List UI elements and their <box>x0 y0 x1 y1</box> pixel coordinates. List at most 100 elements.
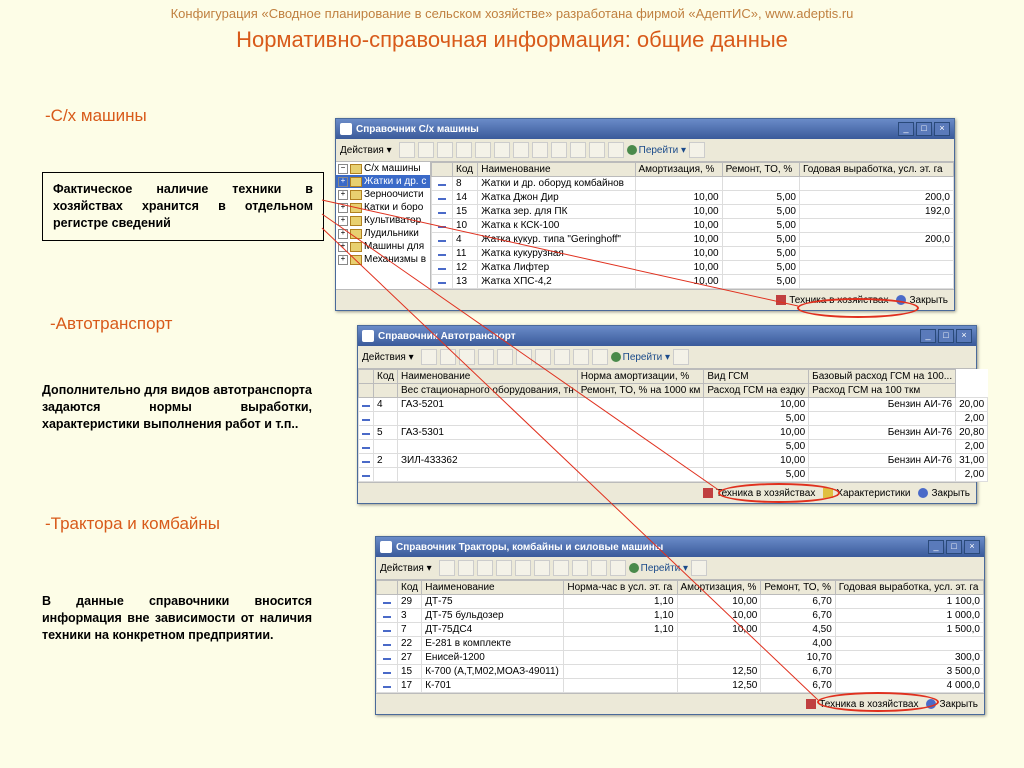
tree-node[interactable]: +Механизмы в <box>336 253 430 266</box>
tool-help[interactable] <box>691 560 707 576</box>
maximize-button[interactable]: □ <box>946 540 962 554</box>
close-link[interactable]: Закрыть <box>918 488 970 499</box>
table-row[interactable]: 7ДТ-75ДС41,1010,004,501 500,0 <box>377 623 984 637</box>
table-row[interactable]: 3ДТ-75 бульдозер1,1010,006,701 000,0 <box>377 609 984 623</box>
minimize-button[interactable]: _ <box>898 122 914 136</box>
col-header[interactable]: Годовая выработка, усл. эт. га <box>835 581 983 595</box>
col-header[interactable]: Ремонт, ТО, % <box>722 163 799 177</box>
close-button[interactable]: × <box>934 122 950 136</box>
col-header[interactable]: Вес стационарного оборудования, тн <box>398 384 578 398</box>
col-header[interactable]: Расход ГСМ на ездку <box>704 384 809 398</box>
tool-btn[interactable] <box>515 560 531 576</box>
col-header[interactable] <box>359 384 374 398</box>
col-header[interactable] <box>359 370 374 384</box>
table-row[interactable]: 22Е-281 в комплекте4,00 <box>377 637 984 651</box>
tool-btn[interactable] <box>532 142 548 158</box>
titlebar[interactable]: Справочник Автотранспорт _ □ × <box>358 326 976 346</box>
table-row[interactable]: 29ДТ-751,1010,006,701 100,0 <box>377 595 984 609</box>
data-grid[interactable]: КодНаименованиеНорма-час в усл. эт. гаАм… <box>376 580 984 693</box>
tool-btn[interactable] <box>554 349 570 365</box>
minimize-button[interactable]: _ <box>920 329 936 343</box>
tool-btn[interactable] <box>589 142 605 158</box>
table-row[interactable]: 5,002,00 <box>359 440 988 454</box>
tool-btn[interactable] <box>477 560 493 576</box>
col-header[interactable]: Вид ГСМ <box>704 370 809 384</box>
actions-menu[interactable]: Действия ▾ <box>380 563 432 574</box>
close-button[interactable]: × <box>964 540 980 554</box>
table-row[interactable]: 4Жатка кукур. типа "Geringhoff"10,005,00… <box>432 233 954 247</box>
table-row[interactable]: 8Жатки и др. оборуд комбайнов <box>432 177 954 191</box>
tree-node[interactable]: +Зерноочисти <box>336 188 430 201</box>
titlebar[interactable]: Справочник Тракторы, комбайны и силовые … <box>376 537 984 557</box>
tool-btn[interactable] <box>570 142 586 158</box>
tree-node[interactable]: −С/х машины <box>336 162 430 175</box>
tool-btn[interactable] <box>478 349 494 365</box>
maximize-button[interactable]: □ <box>938 329 954 343</box>
tool-btn[interactable] <box>513 142 529 158</box>
tool-btn[interactable] <box>573 349 589 365</box>
tool-btn[interactable] <box>458 560 474 576</box>
table-row[interactable]: 17К-70112,506,704 000,0 <box>377 679 984 693</box>
goto-link[interactable]: Перейти ▾ <box>611 352 670 363</box>
col-header[interactable]: Норма-час в усл. эт. га <box>564 581 677 595</box>
tree-node[interactable]: +Машины для <box>336 240 430 253</box>
tool-btn[interactable] <box>496 560 512 576</box>
close-link[interactable]: Закрыть <box>896 295 948 306</box>
goto-link[interactable]: Перейти ▾ <box>629 563 688 574</box>
tree-node[interactable]: +Катки и боро <box>336 201 430 214</box>
tool-btn[interactable] <box>440 349 456 365</box>
tech-button[interactable]: Техника в хозяйствах <box>776 295 888 306</box>
col-header[interactable] <box>377 581 398 595</box>
tool-help[interactable] <box>673 349 689 365</box>
table-row[interactable]: 13Жатка ХПС-4,210,005,00 <box>432 275 954 289</box>
tool-btn[interactable] <box>553 560 569 576</box>
col-header[interactable]: Наименование <box>398 370 578 384</box>
col-header[interactable]: Код <box>374 370 398 384</box>
tool-btn[interactable] <box>439 560 455 576</box>
tool-btn[interactable] <box>591 560 607 576</box>
char-button[interactable]: Характеристики <box>823 488 910 499</box>
goto-link[interactable]: Перейти ▾ <box>627 145 686 156</box>
table-row[interactable]: 14Жатка Джон Дир10,005,00200,0 <box>432 191 954 205</box>
tree-node[interactable]: +Лудильники <box>336 227 430 240</box>
tree-node[interactable]: +Культиватор <box>336 214 430 227</box>
tool-btn[interactable] <box>456 142 472 158</box>
table-row[interactable]: 5,002,00 <box>359 468 988 482</box>
data-grid[interactable]: КодНаименованиеАмортизация, %Ремонт, ТО,… <box>431 162 954 289</box>
col-header[interactable]: Наименование <box>478 163 635 177</box>
close-button[interactable]: × <box>956 329 972 343</box>
tool-help[interactable] <box>689 142 705 158</box>
tool-btn[interactable] <box>475 142 491 158</box>
tool-btn[interactable] <box>572 560 588 576</box>
tech-button[interactable]: Техника в хозяйствах <box>703 488 815 499</box>
table-row[interactable]: 12Жатка Лифтер10,005,00 <box>432 261 954 275</box>
category-tree[interactable]: −С/х машины+Жатки и др. с+Зерноочисти+Ка… <box>336 162 431 289</box>
minimize-button[interactable]: _ <box>928 540 944 554</box>
table-row[interactable]: 10Жатка к КСК-10010,005,00 <box>432 219 954 233</box>
table-row[interactable]: 5ГАЗ-530110,00Бензин АИ-7620,80 <box>359 426 988 440</box>
maximize-button[interactable]: □ <box>916 122 932 136</box>
col-header[interactable]: Амортизация, % <box>635 163 722 177</box>
tool-btn[interactable] <box>497 349 513 365</box>
col-header[interactable]: Амортизация, % <box>677 581 761 595</box>
actions-menu[interactable]: Действия ▾ <box>362 352 414 363</box>
tool-btn[interactable] <box>608 142 624 158</box>
tool-btn[interactable] <box>610 560 626 576</box>
col-header[interactable]: Код <box>453 163 478 177</box>
tool-btn[interactable] <box>535 349 551 365</box>
tool-btn[interactable] <box>516 349 532 365</box>
table-row[interactable]: 5,002,00 <box>359 412 988 426</box>
table-row[interactable]: 11Жатка кукурузная10,005,00 <box>432 247 954 261</box>
col-header[interactable]: Годовая выработка, усл. эт. га <box>800 163 954 177</box>
tool-btn[interactable] <box>437 142 453 158</box>
actions-menu[interactable]: Действия ▾ <box>340 145 392 156</box>
col-header[interactable]: Ремонт, ТО, % на 1000 км <box>577 384 704 398</box>
col-header[interactable]: Базовый расход ГСМ на 100... <box>809 370 956 384</box>
table-row[interactable]: 2ЗИЛ-43336210,00Бензин АИ-7631,00 <box>359 454 988 468</box>
tool-btn[interactable] <box>459 349 475 365</box>
tool-btn[interactable] <box>494 142 510 158</box>
col-header[interactable]: Ремонт, ТО, % <box>761 581 835 595</box>
table-row[interactable]: 27Енисей-120010,70300,0 <box>377 651 984 665</box>
col-header[interactable]: Наименование <box>422 581 564 595</box>
table-row[interactable]: 4ГАЗ-520110,00Бензин АИ-7620,00 <box>359 398 988 412</box>
